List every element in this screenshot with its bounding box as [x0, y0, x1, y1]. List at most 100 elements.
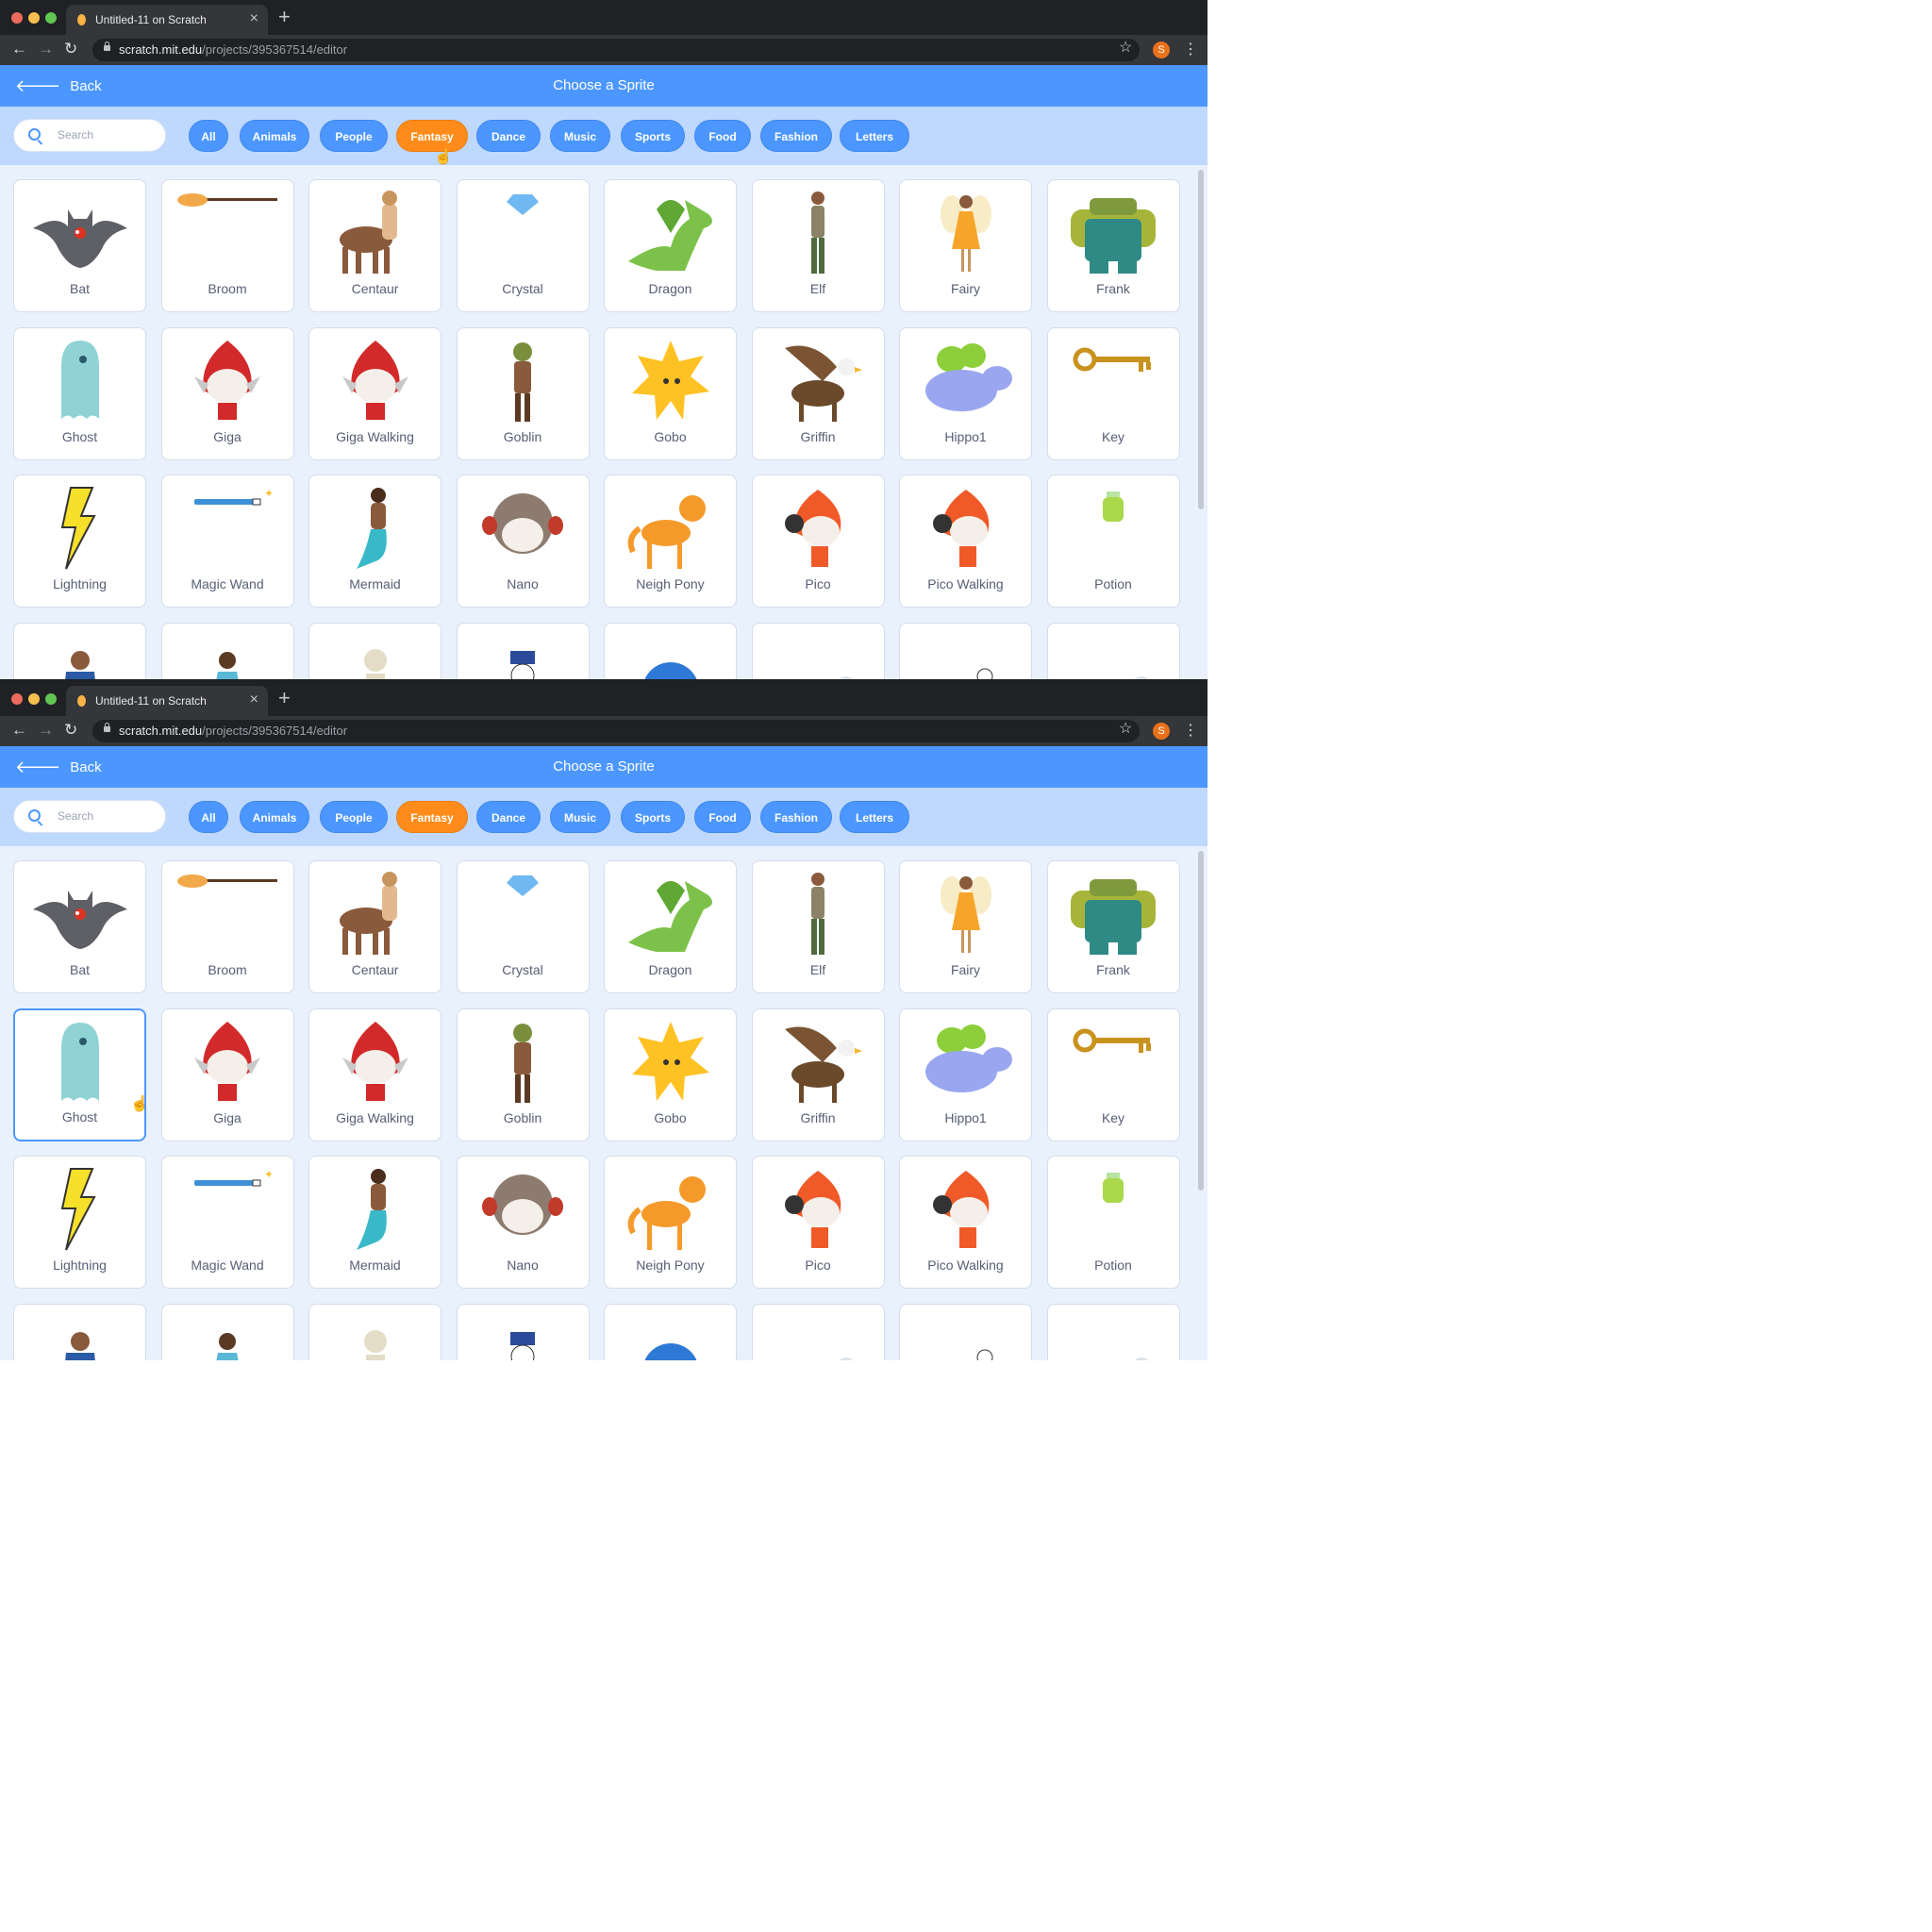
sprite-tile[interactable]: Ghost — [13, 1008, 146, 1141]
forward-arrow-icon[interactable]: → — [38, 721, 54, 740]
tab-close-icon[interactable]: × — [250, 10, 258, 27]
sprite-tile[interactable]: Neigh Pony — [604, 1156, 737, 1289]
sprite-tile[interactable] — [308, 1303, 441, 1360]
tag-all[interactable]: All — [189, 801, 228, 833]
tag-music[interactable]: Music — [550, 120, 610, 152]
sprite-tile[interactable]: Griffin — [751, 1008, 885, 1141]
sprite-tile[interactable]: Ghost — [13, 326, 146, 460]
reload-icon[interactable]: ↻ — [64, 40, 77, 58]
sprite-tile[interactable]: Bat — [13, 179, 146, 312]
sprite-tile[interactable] — [899, 1303, 1032, 1360]
tag-animals[interactable]: Animals — [240, 120, 309, 152]
sprite-tile[interactable]: ✦ Magic Wand — [160, 1156, 294, 1289]
sprite-tile[interactable]: Dragon — [604, 860, 737, 993]
tag-fantasy[interactable]: Fantasy — [396, 120, 468, 152]
sprite-tile[interactable]: Fairy — [899, 179, 1032, 312]
sprite-tile[interactable]: Pico Walking — [899, 475, 1032, 608]
bookmark-star-icon[interactable]: ☆ — [1119, 719, 1132, 738]
sprite-tile[interactable]: Nano — [456, 475, 590, 608]
search-input[interactable] — [56, 127, 158, 142]
sprite-tile[interactable]: Centaur — [308, 860, 441, 993]
sprite-tile[interactable]: Centaur — [308, 179, 441, 312]
sprite-tile[interactable]: Pico — [751, 1156, 885, 1289]
sprite-tile[interactable]: Giga — [160, 326, 294, 460]
tag-people[interactable]: People — [320, 120, 388, 152]
browser-menu-icon[interactable]: ⋮ — [1183, 721, 1198, 740]
minimize-window-icon[interactable] — [28, 693, 40, 705]
tag-food[interactable]: Food — [694, 120, 751, 152]
sprite-tile[interactable] — [456, 622, 590, 679]
forward-arrow-icon[interactable]: → — [38, 40, 54, 58]
sprite-tile[interactable]: Goblin — [456, 326, 590, 460]
sprite-tile[interactable]: Giga — [160, 1008, 294, 1141]
new-tab-icon[interactable]: + — [278, 6, 291, 28]
tag-fantasy[interactable]: Fantasy — [396, 801, 468, 833]
tag-dance[interactable]: Dance — [476, 801, 541, 833]
sprite-tile[interactable] — [1046, 1303, 1180, 1360]
sprite-tile[interactable]: Crystal — [456, 860, 590, 993]
sprite-tile[interactable]: Gobo — [604, 326, 737, 460]
close-window-icon[interactable] — [11, 693, 23, 705]
sprite-tile[interactable]: Gobo — [604, 1008, 737, 1141]
tag-letters[interactable]: Letters — [840, 120, 909, 152]
sprite-tile[interactable]: Frank — [1046, 860, 1180, 993]
sprite-tile[interactable] — [751, 622, 885, 679]
search-box[interactable] — [13, 119, 166, 152]
sprite-tile[interactable]: Giga Walking — [308, 326, 441, 460]
sprite-tile[interactable]: Frank — [1046, 179, 1180, 312]
sprite-tile[interactable]: Mermaid — [308, 475, 441, 608]
sprite-tile[interactable]: Key — [1046, 326, 1180, 460]
tag-letters[interactable]: Letters — [840, 801, 909, 833]
zoom-window-icon[interactable] — [45, 693, 57, 705]
sprite-tile[interactable]: Giga Walking — [308, 1008, 441, 1141]
sprite-tile[interactable]: Elf — [751, 860, 885, 993]
sprite-tile[interactable] — [899, 622, 1032, 679]
sprite-tile[interactable] — [456, 1303, 590, 1360]
sprite-tile[interactable] — [160, 1303, 294, 1360]
sprite-tile[interactable]: Neigh Pony — [604, 475, 737, 608]
sprite-tile[interactable]: Griffin — [751, 326, 885, 460]
sprite-tile[interactable]: Elf — [751, 179, 885, 312]
tab-close-icon[interactable]: × — [250, 691, 258, 708]
zoom-window-icon[interactable] — [45, 12, 57, 24]
sprite-tile[interactable] — [308, 622, 441, 679]
address-bar[interactable]: scratch.mit.edu/projects/395367514/edito… — [92, 720, 1140, 742]
sprite-tile[interactable]: Pico Walking — [899, 1156, 1032, 1289]
browser-tab[interactable]: Untitled-11 on Scratch × — [66, 5, 268, 35]
address-bar[interactable]: scratch.mit.edu/projects/395367514/edito… — [92, 39, 1140, 61]
tag-dance[interactable]: Dance — [476, 120, 541, 152]
sprite-tile[interactable]: Bat — [13, 860, 146, 993]
tag-fashion[interactable]: Fashion — [760, 801, 832, 833]
profile-avatar[interactable]: S — [1153, 723, 1170, 740]
tag-music[interactable]: Music — [550, 801, 610, 833]
sprite-tile[interactable]: Fairy — [899, 860, 1032, 993]
tag-food[interactable]: Food — [694, 801, 751, 833]
sprite-tile[interactable] — [13, 622, 146, 679]
sprite-tile[interactable]: Broom — [160, 179, 294, 312]
sprite-tile[interactable] — [604, 622, 737, 679]
sprite-tile[interactable]: Key — [1046, 1008, 1180, 1141]
sprite-tile[interactable]: Pico — [751, 475, 885, 608]
sprite-tile[interactable]: ✦ Magic Wand — [160, 475, 294, 608]
browser-menu-icon[interactable]: ⋮ — [1183, 40, 1198, 58]
tag-fashion[interactable]: Fashion — [760, 120, 832, 152]
back-arrow-icon[interactable]: ← — [11, 721, 27, 740]
sprite-tile[interactable]: Hippo1 — [899, 326, 1032, 460]
sprite-tile[interactable]: Mermaid — [308, 1156, 441, 1289]
reload-icon[interactable]: ↻ — [64, 721, 77, 740]
search-box[interactable] — [13, 800, 166, 833]
sprite-tile[interactable]: Hippo1 — [899, 1008, 1032, 1141]
browser-tab[interactable]: Untitled-11 on Scratch × — [66, 686, 268, 716]
tag-all[interactable]: All — [189, 120, 228, 152]
sprite-tile[interactable]: Nano — [456, 1156, 590, 1289]
sprite-tile[interactable]: Potion — [1046, 475, 1180, 608]
sprite-tile[interactable]: Lightning — [13, 1156, 146, 1289]
sprite-tile[interactable] — [1046, 622, 1180, 679]
new-tab-icon[interactable]: + — [278, 687, 291, 709]
sprite-tile[interactable]: Lightning — [13, 475, 146, 608]
scrollbar[interactable] — [1198, 170, 1204, 509]
tag-people[interactable]: People — [320, 801, 388, 833]
scrollbar[interactable] — [1198, 851, 1204, 1191]
sprite-tile[interactable]: Potion — [1046, 1156, 1180, 1289]
minimize-window-icon[interactable] — [28, 12, 40, 24]
